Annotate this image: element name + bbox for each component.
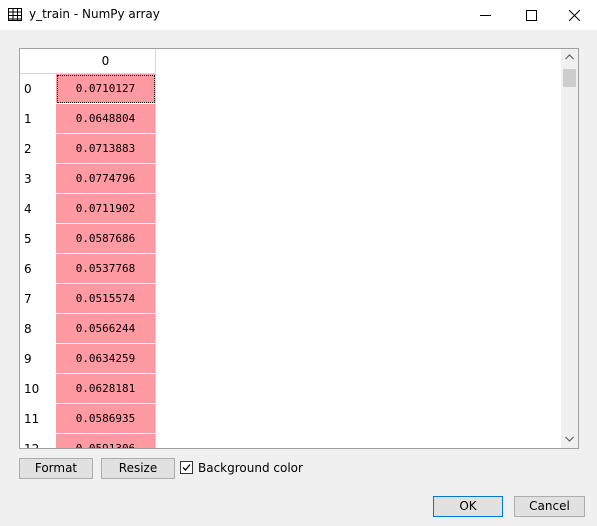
maximize-button[interactable] (508, 0, 554, 30)
cancel-button[interactable]: Cancel (514, 496, 585, 517)
chevron-up-icon (565, 54, 574, 60)
row-index-8: 8 (24, 322, 32, 336)
row-index-5: 5 (24, 232, 32, 246)
table-grid-icon (8, 8, 22, 22)
array-cell-4[interactable]: 0.0711902 (56, 194, 156, 224)
array-cell-8[interactable]: 0.0566244 (56, 314, 156, 344)
row-index-12: 12 (24, 442, 40, 449)
array-cell-1[interactable]: 0.0648804 (56, 104, 156, 134)
array-grid[interactable]: 0 0 0.0710127 1 0.0648804 2 0.0713883 3 0.07747… (19, 48, 579, 449)
checkmark-icon (182, 464, 191, 471)
chevron-down-icon (565, 436, 574, 442)
scroll-up-button[interactable] (561, 49, 578, 66)
row-index-0: 0 (24, 82, 32, 96)
array-cell-10[interactable]: 0.0628181 (56, 374, 156, 404)
close-button[interactable] (551, 0, 597, 30)
grid-corner (20, 49, 56, 74)
row-index-10: 10 (24, 382, 40, 396)
maximize-icon (526, 10, 537, 21)
row-index-2: 2 (24, 142, 32, 156)
close-icon (569, 10, 580, 21)
column-header-0[interactable]: 0 (56, 49, 156, 74)
resize-button[interactable]: Resize (101, 458, 175, 479)
minimize-icon (480, 15, 491, 16)
minimize-button[interactable] (462, 0, 508, 30)
array-cell-12[interactable]: 0.0591306 (56, 434, 156, 448)
vertical-scrollbar[interactable] (561, 49, 578, 448)
row-index-6: 6 (24, 262, 32, 276)
array-cell-11[interactable]: 0.0586935 (56, 404, 156, 434)
array-cell-0[interactable]: 0.0710127 (56, 74, 156, 104)
window-title: y_train - NumPy array (29, 7, 160, 21)
array-cell-5[interactable]: 0.0587686 (56, 224, 156, 254)
row-index-3: 3 (24, 172, 32, 186)
background-color-label: Background color (198, 461, 303, 475)
array-cell-9[interactable]: 0.0634259 (56, 344, 156, 374)
array-cell-2[interactable]: 0.0713883 (56, 134, 156, 164)
row-index-4: 4 (24, 202, 32, 216)
title-bar: y_train - NumPy array (0, 0, 597, 30)
array-cell-7[interactable]: 0.0515574 (56, 284, 156, 314)
row-index-1: 1 (24, 112, 32, 126)
scroll-down-button[interactable] (561, 431, 578, 448)
row-index-7: 7 (24, 292, 32, 306)
row-index-11: 11 (24, 412, 40, 426)
format-button[interactable]: Format (19, 458, 93, 479)
scroll-thumb[interactable] (563, 69, 576, 87)
ok-button[interactable]: OK (433, 496, 503, 517)
background-color-checkbox[interactable] (180, 461, 193, 474)
array-cell-3[interactable]: 0.0774796 (56, 164, 156, 194)
row-index-9: 9 (24, 352, 32, 366)
array-cell-6[interactable]: 0.0537768 (56, 254, 156, 284)
